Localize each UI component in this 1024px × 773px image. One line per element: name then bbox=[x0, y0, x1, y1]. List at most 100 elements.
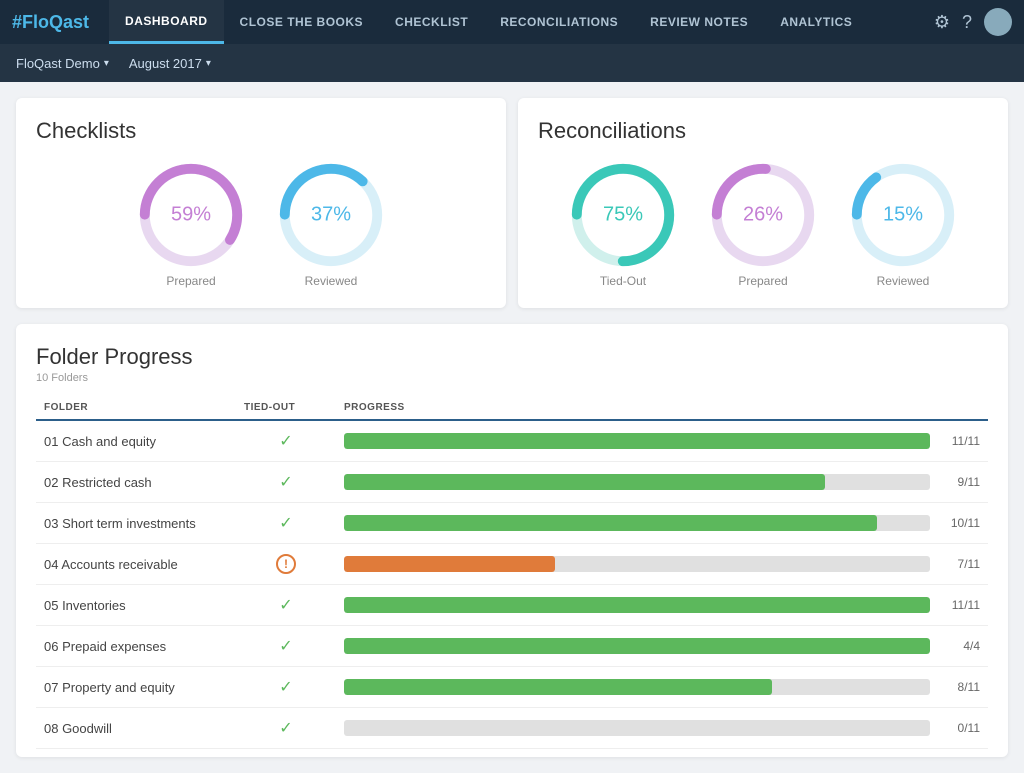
progress-cell bbox=[336, 544, 938, 585]
chevron-down-icon: ▾ bbox=[206, 58, 211, 69]
progress-cell bbox=[336, 708, 938, 749]
folder-table-body: 01 Cash and equity ✓ 11/11 02 Restricted… bbox=[36, 420, 988, 749]
logo[interactable]: #FloQast bbox=[12, 12, 89, 33]
donut-prepared: 59% Prepared bbox=[136, 160, 246, 288]
nav-item-dashboard[interactable]: DASHBOARD bbox=[109, 0, 224, 44]
col-header-tiedout: TIED-OUT bbox=[236, 396, 336, 420]
main-content: Checklists 59% Prepared 37% Reviewed Rec… bbox=[0, 82, 1024, 773]
checklists-card: Checklists 59% Prepared 37% Reviewed bbox=[16, 98, 506, 308]
progress-bar-bg bbox=[344, 474, 930, 490]
progress-cell bbox=[336, 667, 938, 708]
progress-cell bbox=[336, 626, 938, 667]
folder-count: 0/11 bbox=[938, 708, 988, 749]
chevron-down-icon: ▾ bbox=[104, 58, 109, 69]
avatar[interactable] bbox=[984, 8, 1012, 36]
tiedout-status: ✓ bbox=[236, 585, 336, 626]
progress-bar-bg bbox=[344, 720, 930, 736]
tiedout-status: ! bbox=[236, 544, 336, 585]
folder-count: 4/4 bbox=[938, 626, 988, 667]
progress-bar-bg bbox=[344, 597, 930, 613]
donut-label: Prepared bbox=[738, 274, 787, 288]
check-icon: ✓ bbox=[279, 638, 292, 655]
folder-progress-title: Folder Progress bbox=[36, 344, 988, 370]
company-selector[interactable]: FloQast Demo ▾ bbox=[16, 56, 109, 71]
folder-count: 10/11 bbox=[938, 503, 988, 544]
warning-icon: ! bbox=[276, 554, 296, 574]
donut-value: 26% bbox=[743, 204, 783, 227]
donut-value: 59% bbox=[171, 204, 211, 227]
progress-cell bbox=[336, 503, 938, 544]
table-row[interactable]: 02 Restricted cash ✓ 9/11 bbox=[36, 462, 988, 503]
folder-table: FOLDER TIED-OUT PROGRESS 01 Cash and equ… bbox=[36, 396, 988, 749]
summary-cards: Checklists 59% Prepared 37% Reviewed Rec… bbox=[16, 98, 1008, 308]
folder-name: 08 Goodwill bbox=[36, 708, 236, 749]
col-header-progress: PROGRESS bbox=[336, 396, 938, 420]
check-icon: ✓ bbox=[279, 679, 292, 696]
table-row[interactable]: 07 Property and equity ✓ 8/11 bbox=[36, 667, 988, 708]
reconciliations-card: Reconciliations 75% Tied-Out 26% Prepare… bbox=[518, 98, 1008, 308]
folder-name: 07 Property and equity bbox=[36, 667, 236, 708]
nav-item-close-the-books[interactable]: CLOSE THE BOOKS bbox=[224, 0, 380, 44]
progress-bar-bg bbox=[344, 433, 930, 449]
donut-label: Reviewed bbox=[877, 274, 930, 288]
nav-item-checklist[interactable]: CHECKLIST bbox=[379, 0, 484, 44]
progress-bar-bg bbox=[344, 679, 930, 695]
donut-chart: 37% bbox=[276, 160, 386, 270]
check-icon: ✓ bbox=[279, 597, 292, 614]
donut-reviewed: 15% Reviewed bbox=[848, 160, 958, 288]
table-row[interactable]: 03 Short term investments ✓ 10/11 bbox=[36, 503, 988, 544]
progress-cell bbox=[336, 585, 938, 626]
folder-name: 03 Short term investments bbox=[36, 503, 236, 544]
table-row[interactable]: 01 Cash and equity ✓ 11/11 bbox=[36, 420, 988, 462]
company-name: FloQast Demo bbox=[16, 56, 100, 71]
tiedout-status: ✓ bbox=[236, 420, 336, 462]
folder-name: 01 Cash and equity bbox=[36, 420, 236, 462]
progress-bar-fill bbox=[344, 515, 877, 531]
donut-chart: 59% bbox=[136, 160, 246, 270]
donut-reviewed: 37% Reviewed bbox=[276, 160, 386, 288]
donut-value: 75% bbox=[603, 204, 643, 227]
checklists-title: Checklists bbox=[36, 118, 486, 144]
folder-name: 06 Prepaid expenses bbox=[36, 626, 236, 667]
tiedout-status: ✓ bbox=[236, 667, 336, 708]
folder-count: 11/11 bbox=[938, 420, 988, 462]
table-row[interactable]: 05 Inventories ✓ 11/11 bbox=[36, 585, 988, 626]
progress-bar-fill bbox=[344, 597, 930, 613]
nav-item-reconciliations[interactable]: RECONCILIATIONS bbox=[484, 0, 634, 44]
nav-bar: #FloQast DASHBOARDCLOSE THE BOOKSCHECKLI… bbox=[0, 0, 1024, 44]
check-icon: ✓ bbox=[279, 474, 292, 491]
folder-progress-section: Folder Progress 10 Folders FOLDER TIED-O… bbox=[16, 324, 1008, 757]
period-selector[interactable]: August 2017 ▾ bbox=[129, 56, 211, 71]
nav-item-review-notes[interactable]: REVIEW NOTES bbox=[634, 0, 764, 44]
table-row[interactable]: 08 Goodwill ✓ 0/11 bbox=[36, 708, 988, 749]
table-row[interactable]: 04 Accounts receivable ! 7/11 bbox=[36, 544, 988, 585]
progress-bar-fill bbox=[344, 638, 930, 654]
folder-count: 7/11 bbox=[938, 544, 988, 585]
donut-prepared: 26% Prepared bbox=[708, 160, 818, 288]
tiedout-status: ✓ bbox=[236, 708, 336, 749]
table-row[interactable]: 06 Prepaid expenses ✓ 4/4 bbox=[36, 626, 988, 667]
folder-name: 05 Inventories bbox=[36, 585, 236, 626]
progress-bar-bg bbox=[344, 556, 930, 572]
tiedout-status: ✓ bbox=[236, 462, 336, 503]
donut-chart: 15% bbox=[848, 160, 958, 270]
progress-bar-bg bbox=[344, 515, 930, 531]
donut-chart: 26% bbox=[708, 160, 818, 270]
progress-bar-fill bbox=[344, 474, 825, 490]
donut-label: Tied-Out bbox=[600, 274, 646, 288]
reconciliations-title: Reconciliations bbox=[538, 118, 988, 144]
check-icon: ✓ bbox=[279, 433, 292, 450]
check-icon: ✓ bbox=[279, 720, 292, 737]
donut-label: Prepared bbox=[166, 274, 215, 288]
folder-count: 11/11 bbox=[938, 585, 988, 626]
progress-bar-bg bbox=[344, 638, 930, 654]
check-icon: ✓ bbox=[279, 515, 292, 532]
col-header-folder: FOLDER bbox=[36, 396, 236, 420]
help-icon[interactable]: ? bbox=[962, 12, 972, 33]
folder-count: 8/11 bbox=[938, 667, 988, 708]
nav-item-analytics[interactable]: ANALYTICS bbox=[764, 0, 868, 44]
checklists-donuts: 59% Prepared 37% Reviewed bbox=[36, 160, 486, 288]
donut-tied-out: 75% Tied-Out bbox=[568, 160, 678, 288]
col-header-count bbox=[938, 396, 988, 420]
settings-icon[interactable]: ⚙ bbox=[934, 12, 950, 33]
